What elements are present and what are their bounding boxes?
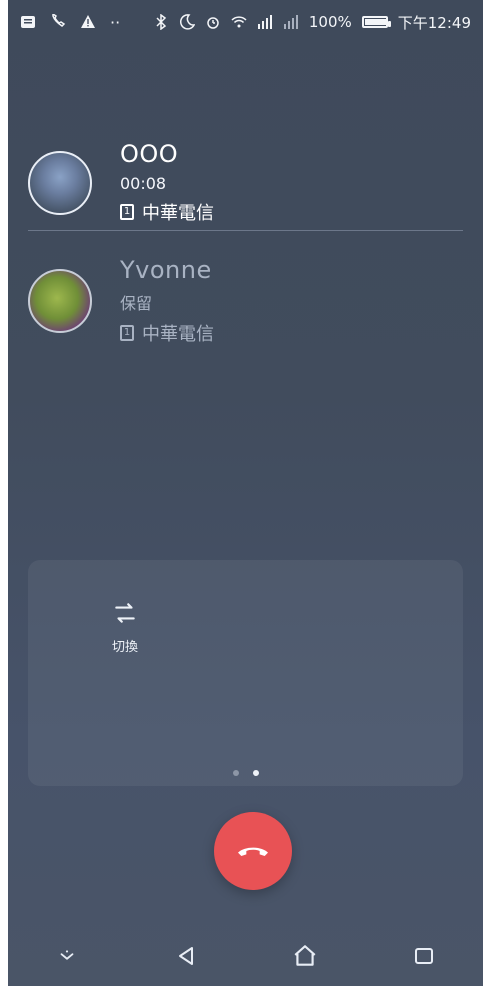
frame-left bbox=[0, 0, 8, 986]
page-indicator bbox=[28, 770, 463, 776]
caller-name: Yvonne bbox=[120, 256, 212, 284]
avatar bbox=[28, 150, 92, 215]
signal-sim1-icon bbox=[257, 15, 272, 29]
call-duration: 00:08 bbox=[120, 174, 167, 193]
end-call-button[interactable] bbox=[214, 812, 292, 890]
missed-call-icon bbox=[52, 14, 66, 27]
status-left-icons: ·· bbox=[20, 13, 120, 32]
more-dots-icon: ·· bbox=[110, 12, 121, 32]
active-call-item[interactable]: OOO 00:08 1 中華電信 bbox=[28, 140, 463, 225]
caller-name: OOO bbox=[120, 140, 179, 168]
swap-call-button[interactable]: 切換 bbox=[112, 600, 138, 655]
carrier: 1 中華電信 bbox=[120, 199, 214, 225]
message-icon bbox=[21, 16, 35, 28]
hold-status: 保留 bbox=[120, 294, 153, 313]
avatar bbox=[28, 269, 92, 333]
swap-label: 切換 bbox=[112, 640, 139, 655]
recent-apps-button[interactable] bbox=[404, 936, 444, 976]
active-call-info: OOO 00:08 1 中華電信 bbox=[120, 140, 214, 225]
page-dot-1[interactable] bbox=[232, 770, 239, 776]
recent-apps-icon bbox=[414, 948, 433, 964]
bluetooth-icon bbox=[156, 14, 167, 30]
battery-percent: 100% bbox=[308, 13, 352, 31]
status-time: 下午12:49 bbox=[397, 13, 471, 32]
carrier: 1 中華電信 bbox=[120, 320, 214, 346]
held-call-item[interactable]: Yvonne 保留 1 中華電信 bbox=[28, 256, 463, 346]
collapse-button[interactable] bbox=[47, 936, 87, 976]
home-button[interactable] bbox=[285, 936, 325, 976]
status-right-icons: 100% 下午12:49 bbox=[153, 12, 471, 33]
warning-icon bbox=[81, 15, 95, 28]
status-bar: ·· 100% 下午12:49 bbox=[8, 0, 483, 44]
navigation-bar bbox=[8, 926, 483, 986]
swap-icon bbox=[115, 603, 135, 623]
sim-card-icon: 1 bbox=[120, 325, 134, 341]
frame-right bbox=[483, 0, 491, 986]
wifi-icon bbox=[231, 16, 247, 28]
chevron-down-icon bbox=[60, 950, 74, 960]
held-call-info: Yvonne 保留 1 中華電信 bbox=[120, 256, 214, 346]
do-not-disturb-moon-icon bbox=[179, 14, 195, 30]
sim-number: 1 bbox=[123, 327, 131, 338]
call-actions-panel: 切換 bbox=[28, 560, 463, 786]
carrier-name: 中華電信 bbox=[142, 324, 214, 345]
page-dot-2[interactable] bbox=[252, 770, 259, 776]
signal-sim2-icon bbox=[283, 15, 298, 29]
divider bbox=[28, 230, 463, 231]
alarm-icon bbox=[207, 17, 219, 29]
carrier-name: 中華電信 bbox=[142, 203, 214, 224]
sim-number: 1 bbox=[123, 206, 131, 217]
battery-icon bbox=[361, 16, 391, 28]
back-triangle-icon bbox=[179, 947, 194, 965]
home-icon bbox=[294, 945, 316, 966]
phone-hangup-icon bbox=[238, 847, 268, 856]
back-button[interactable] bbox=[166, 936, 206, 976]
sim-card-icon: 1 bbox=[120, 204, 134, 220]
